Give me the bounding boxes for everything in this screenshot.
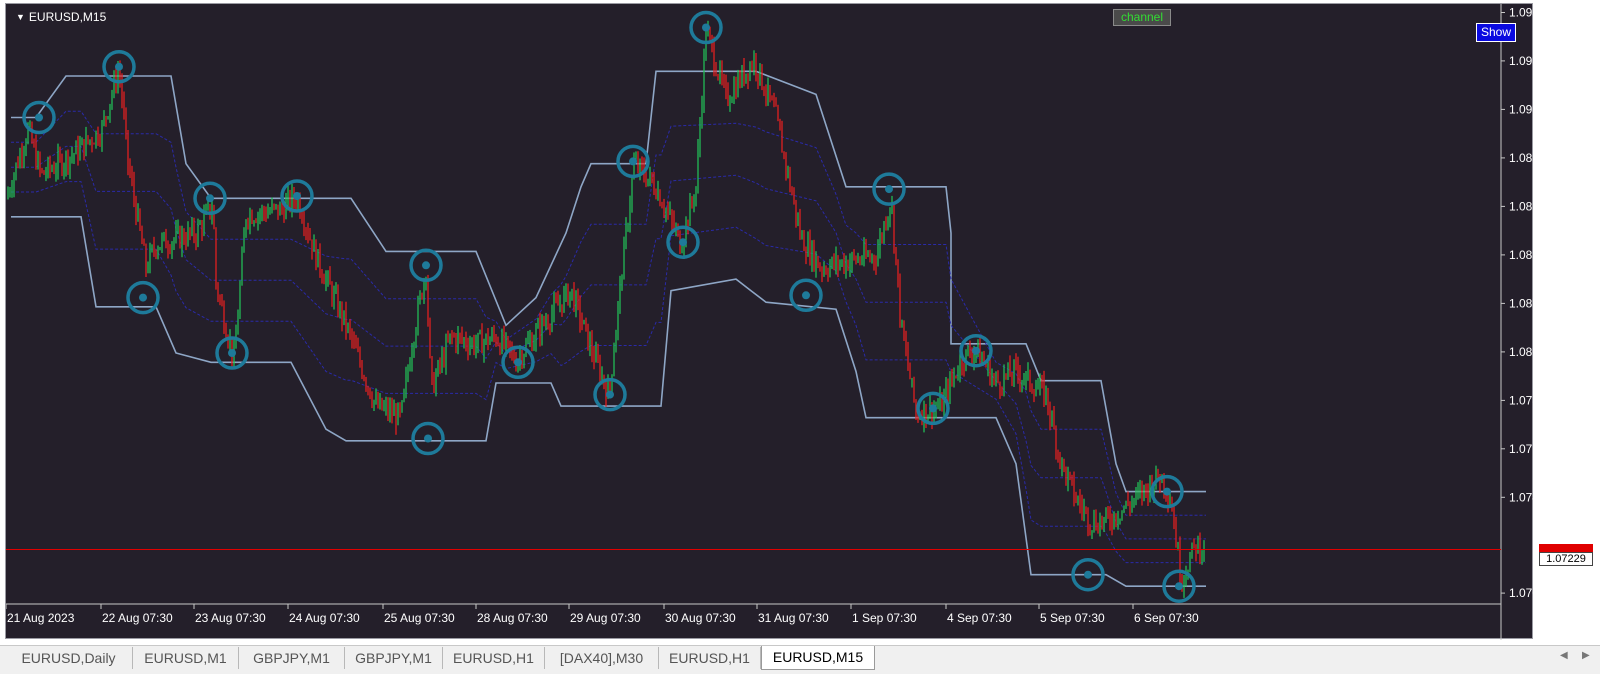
scroll-left-icon[interactable]: ◀ — [1560, 650, 1568, 661]
swing-marker-dot — [139, 293, 147, 302]
chart-window[interactable]: 1.09555 1.09345 1.09135 1.08925 1.08715 1.085… — [5, 3, 1593, 640]
swing-marker-dot — [422, 261, 430, 270]
time-tick-label: 22 Aug 07:30 — [102, 611, 173, 625]
price-tick-label: 1.08715 — [1509, 199, 1534, 213]
swing-marker-dot — [206, 194, 214, 203]
time-tick-label: 6 Sep 07:30 — [1134, 611, 1199, 625]
price-chart[interactable]: 1.09555 1.09345 1.09135 1.08925 1.08715 1.085… — [6, 4, 1534, 640]
price-tick-label: 1.07665 — [1509, 442, 1534, 456]
time-tick-label: 31 Aug 07:30 — [758, 611, 829, 625]
price-tick-label: 1.08925 — [1509, 151, 1534, 165]
time-tick-label: 28 Aug 07:30 — [477, 611, 548, 625]
outer-channel-upper — [11, 70, 1206, 493]
outer-channel-lower — [11, 216, 1206, 587]
time-tick-label: 1 Sep 07:30 — [852, 611, 917, 625]
price-tick-label: 1.08085 — [1509, 345, 1534, 359]
tab-eurusd-h1[interactable]: EURUSD,H1 — [443, 647, 545, 669]
current-price-marker — [1539, 544, 1593, 552]
swing-marker-dot — [885, 185, 893, 194]
swing-marker-dot — [972, 346, 980, 355]
time-tick-label: 30 Aug 07:30 — [665, 611, 736, 625]
price-tick-label: 1.09345 — [1509, 54, 1534, 68]
price-tick-label: 1.07875 — [1509, 393, 1534, 407]
swing-marker-dot — [115, 62, 123, 71]
swing-marker-dot — [929, 404, 937, 413]
current-price-tag: 1.07229 — [1539, 552, 1593, 566]
time-tick-label: 23 Aug 07:30 — [195, 611, 266, 625]
price-tick-label: 1.09555 — [1509, 6, 1534, 20]
swing-marker-dot — [228, 349, 236, 357]
time-tick-label: 29 Aug 07:30 — [570, 611, 641, 625]
time-tick-label: 25 Aug 07:30 — [384, 611, 455, 625]
swing-marker-dot — [514, 358, 522, 367]
chart-tab-bar: EURUSD,Daily EURUSD,M1 GBPJPY,M1 GBPJPY,M1 E… — [0, 645, 1600, 674]
swing-marker-dot — [606, 390, 614, 399]
swing-marker-dot — [424, 434, 432, 443]
price-axis — [6, 4, 1502, 640]
symbol-timeframe-label: EURUSD,M15 — [28, 10, 107, 24]
price-tick-label: 1.07455 — [1509, 490, 1534, 504]
swing-marker-dot — [802, 291, 810, 300]
price-tick-label: 1.07040 — [1509, 586, 1534, 600]
swing-marker-dot — [702, 23, 710, 32]
channel-label: channel — [1113, 9, 1171, 26]
swing-marker-dot — [629, 157, 637, 166]
tab--dax40-m30[interactable]: [DAX40],M30 — [545, 647, 659, 669]
price-tick-label: 1.09135 — [1509, 102, 1534, 116]
scroll-right-icon[interactable]: ▶ — [1582, 650, 1590, 661]
swing-markers — [22, 10, 1196, 603]
inner-channel-line-2 — [11, 145, 1206, 540]
time-tick-label: 4 Sep 07:30 — [947, 611, 1012, 625]
tab-gbpjpy-m1[interactable]: GBPJPY,M1 — [345, 647, 443, 669]
swing-marker-dot — [1163, 487, 1171, 496]
time-tick-label: 5 Sep 07:30 — [1040, 611, 1105, 625]
swing-marker-dot — [35, 113, 43, 122]
tab-gbpjpy-m1[interactable]: GBPJPY,M1 — [239, 647, 345, 669]
time-tick-label: 24 Aug 07:30 — [289, 611, 360, 625]
show-button[interactable]: Show — [1476, 23, 1516, 42]
swing-marker-dot — [1175, 582, 1183, 591]
swing-marker-dot — [293, 192, 301, 200]
tab-eurusd-m1[interactable]: EURUSD,M1 — [133, 647, 239, 669]
price-tick-label: 1.08505 — [1509, 248, 1534, 262]
price-tick-label: 1.08295 — [1509, 296, 1534, 310]
swing-marker-dot — [679, 238, 687, 247]
dropdown-triangle-icon[interactable]: ▼ — [16, 12, 25, 22]
inner-channel-line-3 — [11, 110, 1206, 516]
channel-indicator — [11, 70, 1206, 587]
tab-eurusd-h1[interactable]: EURUSD,H1 — [659, 647, 761, 669]
time-tick-label: 21 Aug 2023 — [7, 611, 75, 625]
swing-marker-dot — [1084, 570, 1092, 579]
symbol-title[interactable]: ▼ EURUSD,M15 — [16, 10, 106, 24]
tab-eurusd-m15[interactable]: EURUSD,M15 — [761, 646, 875, 670]
candlestick-series — [6, 20, 1501, 598]
tab-eurusd-daily[interactable]: EURUSD,Daily — [5, 647, 133, 669]
